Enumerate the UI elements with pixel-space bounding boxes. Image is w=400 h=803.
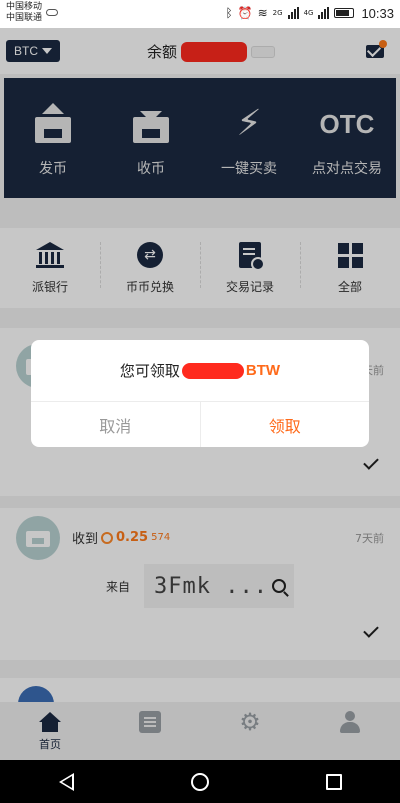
back-icon[interactable] (58, 772, 74, 791)
cloud-icon (46, 9, 58, 16)
clock: 10:33 (361, 5, 394, 21)
dialog-buttons: 取消 领取 (31, 401, 369, 447)
status-icons: ᛒ ⏰ ≋ 2G 4G 10:33 (225, 5, 394, 21)
dialog-message-prefix: 您可领取 (119, 362, 180, 380)
bluetooth-icon: ᛒ (225, 6, 233, 20)
alarm-icon: ⏰ (237, 6, 253, 20)
recent-apps-icon[interactable] (325, 773, 342, 790)
network-1-label: 2G (272, 9, 283, 17)
carrier-2: 中国联通 (6, 13, 43, 23)
battery-icon (334, 8, 355, 18)
cancel-button[interactable]: 取消 (31, 402, 201, 447)
dialog-message: 您可领取 BTW (31, 340, 369, 401)
system-nav-bar (0, 760, 400, 803)
claim-dialog: 您可领取 BTW 取消 领取 (31, 340, 369, 447)
claim-button[interactable]: 领取 (201, 402, 370, 447)
signal-icon-2 (318, 7, 330, 19)
network-2-label: 4G (303, 9, 314, 17)
carrier-1: 中国移动 (6, 2, 43, 12)
wifi-icon: ≋ (257, 6, 268, 20)
home-circle-icon[interactable] (190, 772, 209, 791)
dialog-amount-redacted (181, 362, 244, 379)
status-bar: 中国移动 中国联通 ᛒ ⏰ ≋ 2G 4G 10:33 (0, 0, 400, 28)
dialog-coin: BTW (245, 362, 281, 379)
carrier-info: 中国移动 中国联通 (6, 2, 42, 24)
signal-icon (287, 7, 299, 19)
